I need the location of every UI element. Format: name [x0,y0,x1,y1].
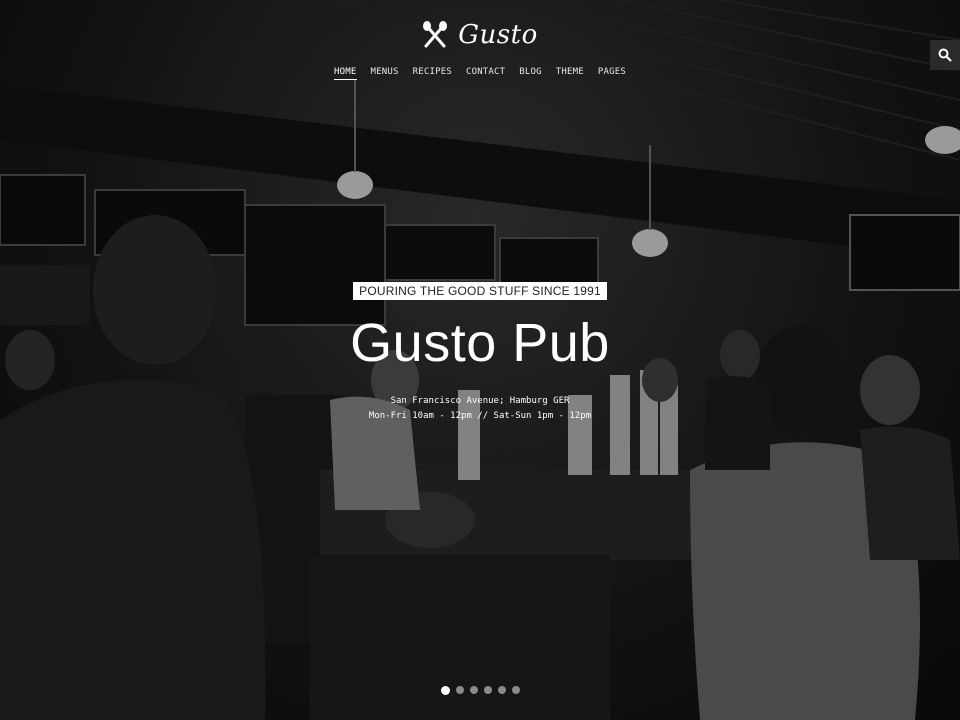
slider-dot-4[interactable] [483,686,492,694]
slider-dot-3[interactable] [469,686,478,694]
fork-knife-icon [423,21,448,48]
slider-dot-2[interactable] [455,686,464,694]
nav-item-menus[interactable]: MENUS [371,67,399,80]
slider-dots [0,685,960,695]
main-nav: HOME MENUS RECIPES CONTACT BLOG THEME PA… [0,67,960,80]
nav-item-recipes[interactable]: RECIPES [413,67,452,80]
hero-title: Gusto Pub [350,313,610,373]
nav-item-contact[interactable]: CONTACT [466,67,505,80]
nav-item-home[interactable]: HOME [334,67,357,80]
nav-item-blog[interactable]: BLOG [519,67,541,80]
slider-dot-1[interactable] [440,685,450,695]
hero-hours: Mon-Fri 10am - 12pm // Sat-Sun 1pm - 12p… [368,411,592,421]
slider-dot-5[interactable] [497,686,506,694]
hero-address: San Francisco Avenue; Hamburg GER [390,396,570,406]
nav-item-theme[interactable]: THEME [556,67,584,80]
nav-item-pages[interactable]: PAGES [598,67,626,80]
brand-name: Gusto [458,20,538,50]
slider-dot-6[interactable] [511,686,520,694]
search-icon [938,48,952,62]
hero-tagline: POURING THE GOOD STUFF SINCE 1991 [0,282,960,300]
search-button[interactable] [930,40,960,70]
site-logo[interactable]: Gusto [0,20,960,50]
tagline-text: POURING THE GOOD STUFF SINCE 1991 [353,282,607,300]
